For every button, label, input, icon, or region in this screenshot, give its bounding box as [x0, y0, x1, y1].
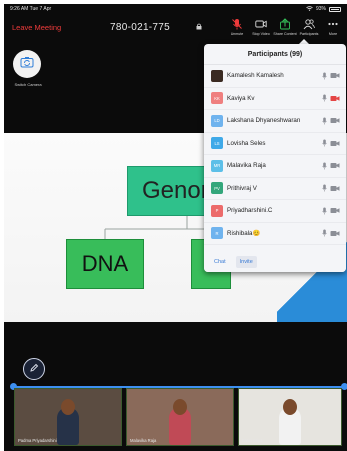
- pencil-icon: [29, 360, 39, 378]
- participant-row[interactable]: P Priyadharshini.C: [204, 200, 346, 223]
- participant-video-tile[interactable]: Padma Priyadarshini: [14, 388, 122, 446]
- status-indicators: 93%: [306, 5, 341, 13]
- share-arrow-icon: [279, 18, 291, 30]
- stop-video-button[interactable]: Stop Video: [249, 14, 273, 40]
- participant-avatar: LD: [211, 114, 223, 127]
- microphone-muted-icon: [321, 229, 327, 237]
- microphone-muted-icon: [321, 117, 327, 125]
- video-tile-name: Malavika Raja: [130, 438, 157, 443]
- video-tile-name: harini priya: [242, 438, 263, 443]
- participant-avatar: LS: [211, 137, 223, 150]
- participants-label: Participants: [299, 32, 319, 36]
- microphone-muted-icon: [321, 72, 327, 80]
- participant-avatar: KK: [211, 92, 223, 105]
- participants-panel: Participants (99) Kamalesh Kamalesh KK Kav…: [204, 44, 346, 272]
- participants-button[interactable]: Participants: [297, 14, 321, 40]
- participant-head: [173, 399, 187, 415]
- more-dots-icon: [327, 18, 339, 30]
- meeting-id[interactable]: 780-021-775: [110, 22, 194, 33]
- lock-icon: [196, 23, 202, 32]
- video-off-icon: [329, 117, 340, 125]
- camera-switch-icon: [19, 54, 35, 75]
- participant-row[interactable]: PV Prithivraj V: [204, 178, 346, 200]
- more-label: More: [328, 32, 338, 36]
- participants-list: Kamalesh Kamalesh KK Kaviya Kv LD Lakshana D…: [204, 65, 346, 245]
- participant-row[interactable]: KK Kaviya Kv: [204, 88, 346, 110]
- participant-name: Lovisha Seles: [227, 139, 266, 147]
- video-off-icon: [329, 207, 340, 215]
- microphone-muted-icon: [321, 139, 327, 147]
- unmute-button[interactable]: Unmute: [225, 14, 249, 40]
- video-thumbnail-strip: Padma Priyadarshini Malavika Raja harini p…: [4, 383, 347, 451]
- battery-icon: [329, 6, 341, 12]
- participant-name: Lakshana Dhyaneshwaran: [227, 117, 301, 125]
- share-content-button[interactable]: Share Content: [273, 14, 297, 40]
- more-button[interactable]: More: [321, 14, 345, 40]
- participant-name: Priyadharshini.C: [227, 207, 273, 215]
- participant-avatar: P: [211, 204, 223, 217]
- ios-status-bar: 9:26 AM Tue 7 Apr 93%: [4, 4, 347, 14]
- microphone-muted-icon: [321, 184, 327, 192]
- toolbar-actions: Unmute Stop Video Share Content Particip…: [225, 14, 345, 40]
- participant-avatar: MR: [211, 159, 223, 172]
- participant-row[interactable]: LD Lakshana Dhyaneshwaran: [204, 110, 346, 133]
- participant-row[interactable]: LS Lovisha Seles: [204, 133, 346, 155]
- battery-percent: 93%: [315, 6, 326, 12]
- participant-name: Kamalesh Kamalesh: [227, 72, 284, 80]
- video-off-icon: [329, 162, 340, 170]
- participant-row[interactable]: R Rishibala😊: [204, 223, 346, 245]
- video-tile-name: Padma Priyadarshini: [18, 438, 57, 443]
- unmute-label: Unmute: [230, 32, 244, 36]
- participants-panel-title: Participants (99): [204, 44, 346, 65]
- switch-camera-button[interactable]: [13, 50, 41, 78]
- wifi-icon: [306, 5, 313, 13]
- microphone-muted-icon: [321, 162, 327, 170]
- video-camera-icon: [255, 18, 267, 30]
- participant-video-tile[interactable]: harini priya: [238, 388, 342, 446]
- video-off-icon: [329, 184, 340, 192]
- video-off-icon: [329, 139, 340, 147]
- participants-icon: [303, 18, 315, 30]
- microphone-muted-icon: [231, 18, 243, 30]
- participant-row[interactable]: Kamalesh Kamalesh: [204, 65, 346, 88]
- meeting-toolbar: Leave Meeting 780-021-775 Unmute Stop Vi…: [4, 14, 347, 40]
- participant-avatar: [211, 69, 223, 82]
- video-off-icon: [329, 229, 340, 237]
- participant-name: Malavika Raja: [227, 162, 266, 170]
- video-off-icon: [329, 72, 340, 80]
- status-time: 9:26 AM Tue 7 Apr: [10, 6, 52, 12]
- participant-name: Prithivraj V: [227, 184, 257, 192]
- participants-panel-footer: Chat Invite: [204, 252, 346, 272]
- annotate-button[interactable]: [23, 358, 45, 380]
- leave-meeting-button[interactable]: Leave Meeting: [12, 23, 92, 32]
- switch-camera-label: Switch Camera: [14, 82, 42, 87]
- participant-head: [283, 399, 297, 415]
- microphone-muted-icon: [321, 94, 327, 102]
- participant-avatar: PV: [211, 182, 223, 195]
- slide-dna-box: DNA: [66, 239, 144, 289]
- stop-video-label: Stop Video: [252, 32, 270, 36]
- invite-button[interactable]: Invite: [235, 256, 257, 268]
- participant-avatar: R: [211, 227, 223, 240]
- participant-head: [61, 399, 75, 415]
- participant-row[interactable]: MR Malavika Raja: [204, 155, 346, 178]
- chat-button[interactable]: Chat: [210, 256, 230, 268]
- participant-name: Kaviya Kv: [227, 94, 255, 102]
- video-off-icon: [329, 94, 340, 102]
- participant-video-tile[interactable]: Malavika Raja: [126, 388, 234, 446]
- participant-name: Rishibala😊: [227, 230, 261, 238]
- share-content-label: Share Content: [273, 32, 297, 36]
- microphone-muted-icon: [321, 207, 327, 215]
